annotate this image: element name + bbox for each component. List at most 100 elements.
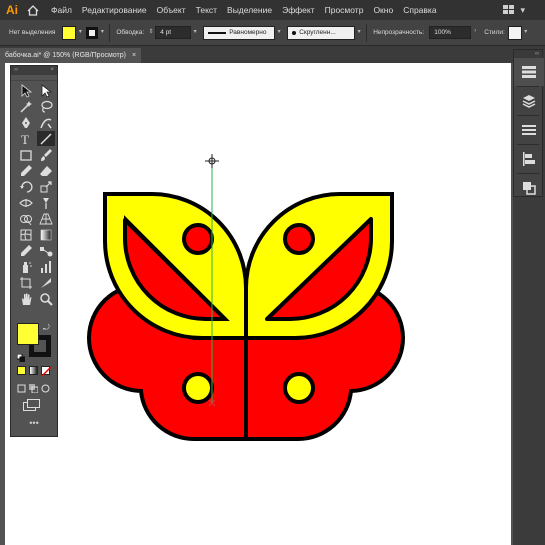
align-icon[interactable]	[514, 145, 544, 173]
control-bar: Нет выделения ▾ ▾ Обводка: ⇕ 4 pt ▾ Равн…	[0, 20, 545, 46]
libraries-icon[interactable]	[514, 116, 544, 144]
eraser-icon[interactable]	[37, 163, 55, 178]
document-tab[interactable]: бабочка.ai* @ 150% (RGB/Просмотр) ×	[0, 48, 142, 63]
menu-file[interactable]: Файл	[46, 0, 77, 20]
line-preview-icon	[208, 31, 227, 34]
svg-text:T: T	[21, 132, 29, 146]
brush-label: Скругленн...	[299, 29, 336, 36]
document-tab-bar: бабочка.ai* @ 150% (RGB/Просмотр) ×	[0, 46, 513, 63]
draw-normal-icon[interactable]	[17, 380, 26, 398]
home-icon[interactable]	[24, 0, 42, 20]
color-mode-icon[interactable]	[17, 366, 26, 375]
workspace-grid-icon[interactable]	[503, 4, 515, 16]
fill-stroke-widget: ⤾	[15, 321, 55, 363]
graphic-style-swatch[interactable]	[507, 25, 522, 40]
stroke-swatch[interactable]	[86, 26, 99, 39]
direct-selection-icon[interactable]	[37, 83, 55, 98]
none-mode-icon[interactable]	[41, 366, 51, 376]
styles-label: Стили:	[484, 29, 505, 36]
draw-behind-icon[interactable]	[29, 380, 39, 398]
swap-arrow-icon[interactable]: ⤾	[43, 323, 50, 333]
screen-mode-icon[interactable]	[23, 398, 41, 416]
type-icon[interactable]: T	[17, 131, 35, 146]
gradient-mode-icon[interactable]	[29, 366, 38, 375]
artboard-icon[interactable]	[17, 275, 35, 290]
chevron-down-icon[interactable]: ▾	[520, 5, 525, 16]
draw-mode-row	[17, 380, 50, 398]
menu-edit[interactable]: Редактирование	[77, 0, 152, 20]
butterfly-artwork[interactable]	[5, 63, 511, 545]
divider	[109, 23, 111, 42]
close-icon[interactable]: ×	[132, 48, 136, 63]
lower-left-dot	[182, 372, 214, 404]
app-logo: Ai	[6, 3, 18, 17]
menu-help[interactable]: Справка	[398, 0, 441, 20]
upper-left-dot	[182, 223, 214, 255]
menu-select[interactable]: Выделение	[222, 0, 277, 20]
shape-builder-icon[interactable]	[17, 211, 35, 226]
selection-status: Нет выделения	[9, 29, 56, 36]
profile-label: Равномерно	[229, 29, 267, 36]
opacity-label[interactable]: Непрозрачность:	[370, 29, 427, 36]
symbol-sprayer-icon[interactable]	[17, 259, 35, 274]
stroke-weight-field[interactable]: 4 pt	[155, 26, 192, 39]
chevron-down-icon[interactable]: ▾	[76, 28, 84, 38]
width-icon[interactable]	[17, 195, 35, 210]
curvature-icon[interactable]	[37, 115, 55, 130]
panel-header[interactable]: ‹‹	[514, 50, 542, 58]
lasso-icon[interactable]	[37, 99, 55, 114]
divider	[366, 23, 368, 42]
collapsed-panels: ‹‹	[513, 49, 544, 197]
opacity-field[interactable]: 100%	[429, 26, 472, 39]
edit-toolbar-button[interactable]: •••	[11, 418, 57, 428]
paintbrush-icon[interactable]	[37, 147, 55, 162]
magic-wand-icon[interactable]	[17, 99, 35, 114]
mesh-icon[interactable]	[17, 227, 35, 242]
gradient-icon[interactable]	[37, 227, 55, 242]
color-mode-row	[17, 366, 51, 376]
pathfinder-icon[interactable]	[514, 174, 544, 202]
rectangle-icon[interactable]	[17, 147, 35, 162]
variable-width-profile[interactable]: Равномерно	[203, 25, 276, 40]
eyedropper-icon[interactable]	[17, 243, 35, 258]
slice-icon[interactable]	[37, 275, 55, 290]
line-segment-icon[interactable]	[37, 131, 55, 146]
menu-object[interactable]: Объект	[152, 0, 191, 20]
menu-view[interactable]: Просмотр	[320, 0, 369, 20]
chevron-down-icon[interactable]: ▾	[191, 28, 199, 38]
fill-color-swatch[interactable]	[17, 323, 39, 345]
document-title: бабочка.ai* @ 150% (RGB/Просмотр)	[5, 52, 126, 59]
zoom-icon[interactable]	[37, 291, 55, 306]
brush-definition[interactable]: Скругленн...	[287, 25, 356, 40]
chevron-down-icon[interactable]: ▾	[275, 28, 283, 38]
layers-icon[interactable]	[514, 87, 544, 115]
crosshair-cursor	[205, 154, 219, 168]
pencil-icon[interactable]	[17, 163, 35, 178]
menu-effect[interactable]: Эффект	[277, 0, 320, 20]
stroke-label: Обводка:	[116, 29, 145, 36]
tools-panel: ›› × T ⤾ •••	[10, 65, 58, 437]
selection-icon[interactable]	[17, 83, 35, 98]
pen-icon[interactable]	[17, 115, 35, 130]
menu-window[interactable]: Окно	[368, 0, 398, 20]
rotate-icon[interactable]	[17, 179, 35, 194]
hand-icon[interactable]	[17, 291, 35, 306]
chevron-down-icon[interactable]: ▾	[355, 28, 363, 38]
menu-type[interactable]: Текст	[191, 0, 222, 20]
chevron-down-icon[interactable]: ▾	[98, 28, 106, 38]
stepper-icon[interactable]: ⇕	[147, 28, 155, 38]
properties-icon[interactable]	[514, 58, 544, 86]
perspective-grid-icon[interactable]	[37, 211, 55, 226]
draw-inside-icon[interactable]	[41, 380, 50, 398]
default-colors-icon[interactable]	[16, 349, 26, 363]
chevron-right-icon[interactable]: ›	[471, 28, 479, 38]
menu-bar: Ai Файл Редактирование Объект Текст Выде…	[0, 0, 545, 20]
chevron-down-icon[interactable]: ▾	[522, 28, 530, 38]
scale-icon[interactable]	[37, 179, 55, 194]
fill-swatch[interactable]	[62, 25, 77, 40]
panel-header[interactable]: ›› ×	[11, 66, 57, 75]
upper-right-dot	[283, 223, 315, 255]
puppet-warp-icon[interactable]	[37, 195, 55, 210]
blend-icon[interactable]	[37, 243, 55, 258]
column-graph-icon[interactable]	[37, 259, 55, 274]
